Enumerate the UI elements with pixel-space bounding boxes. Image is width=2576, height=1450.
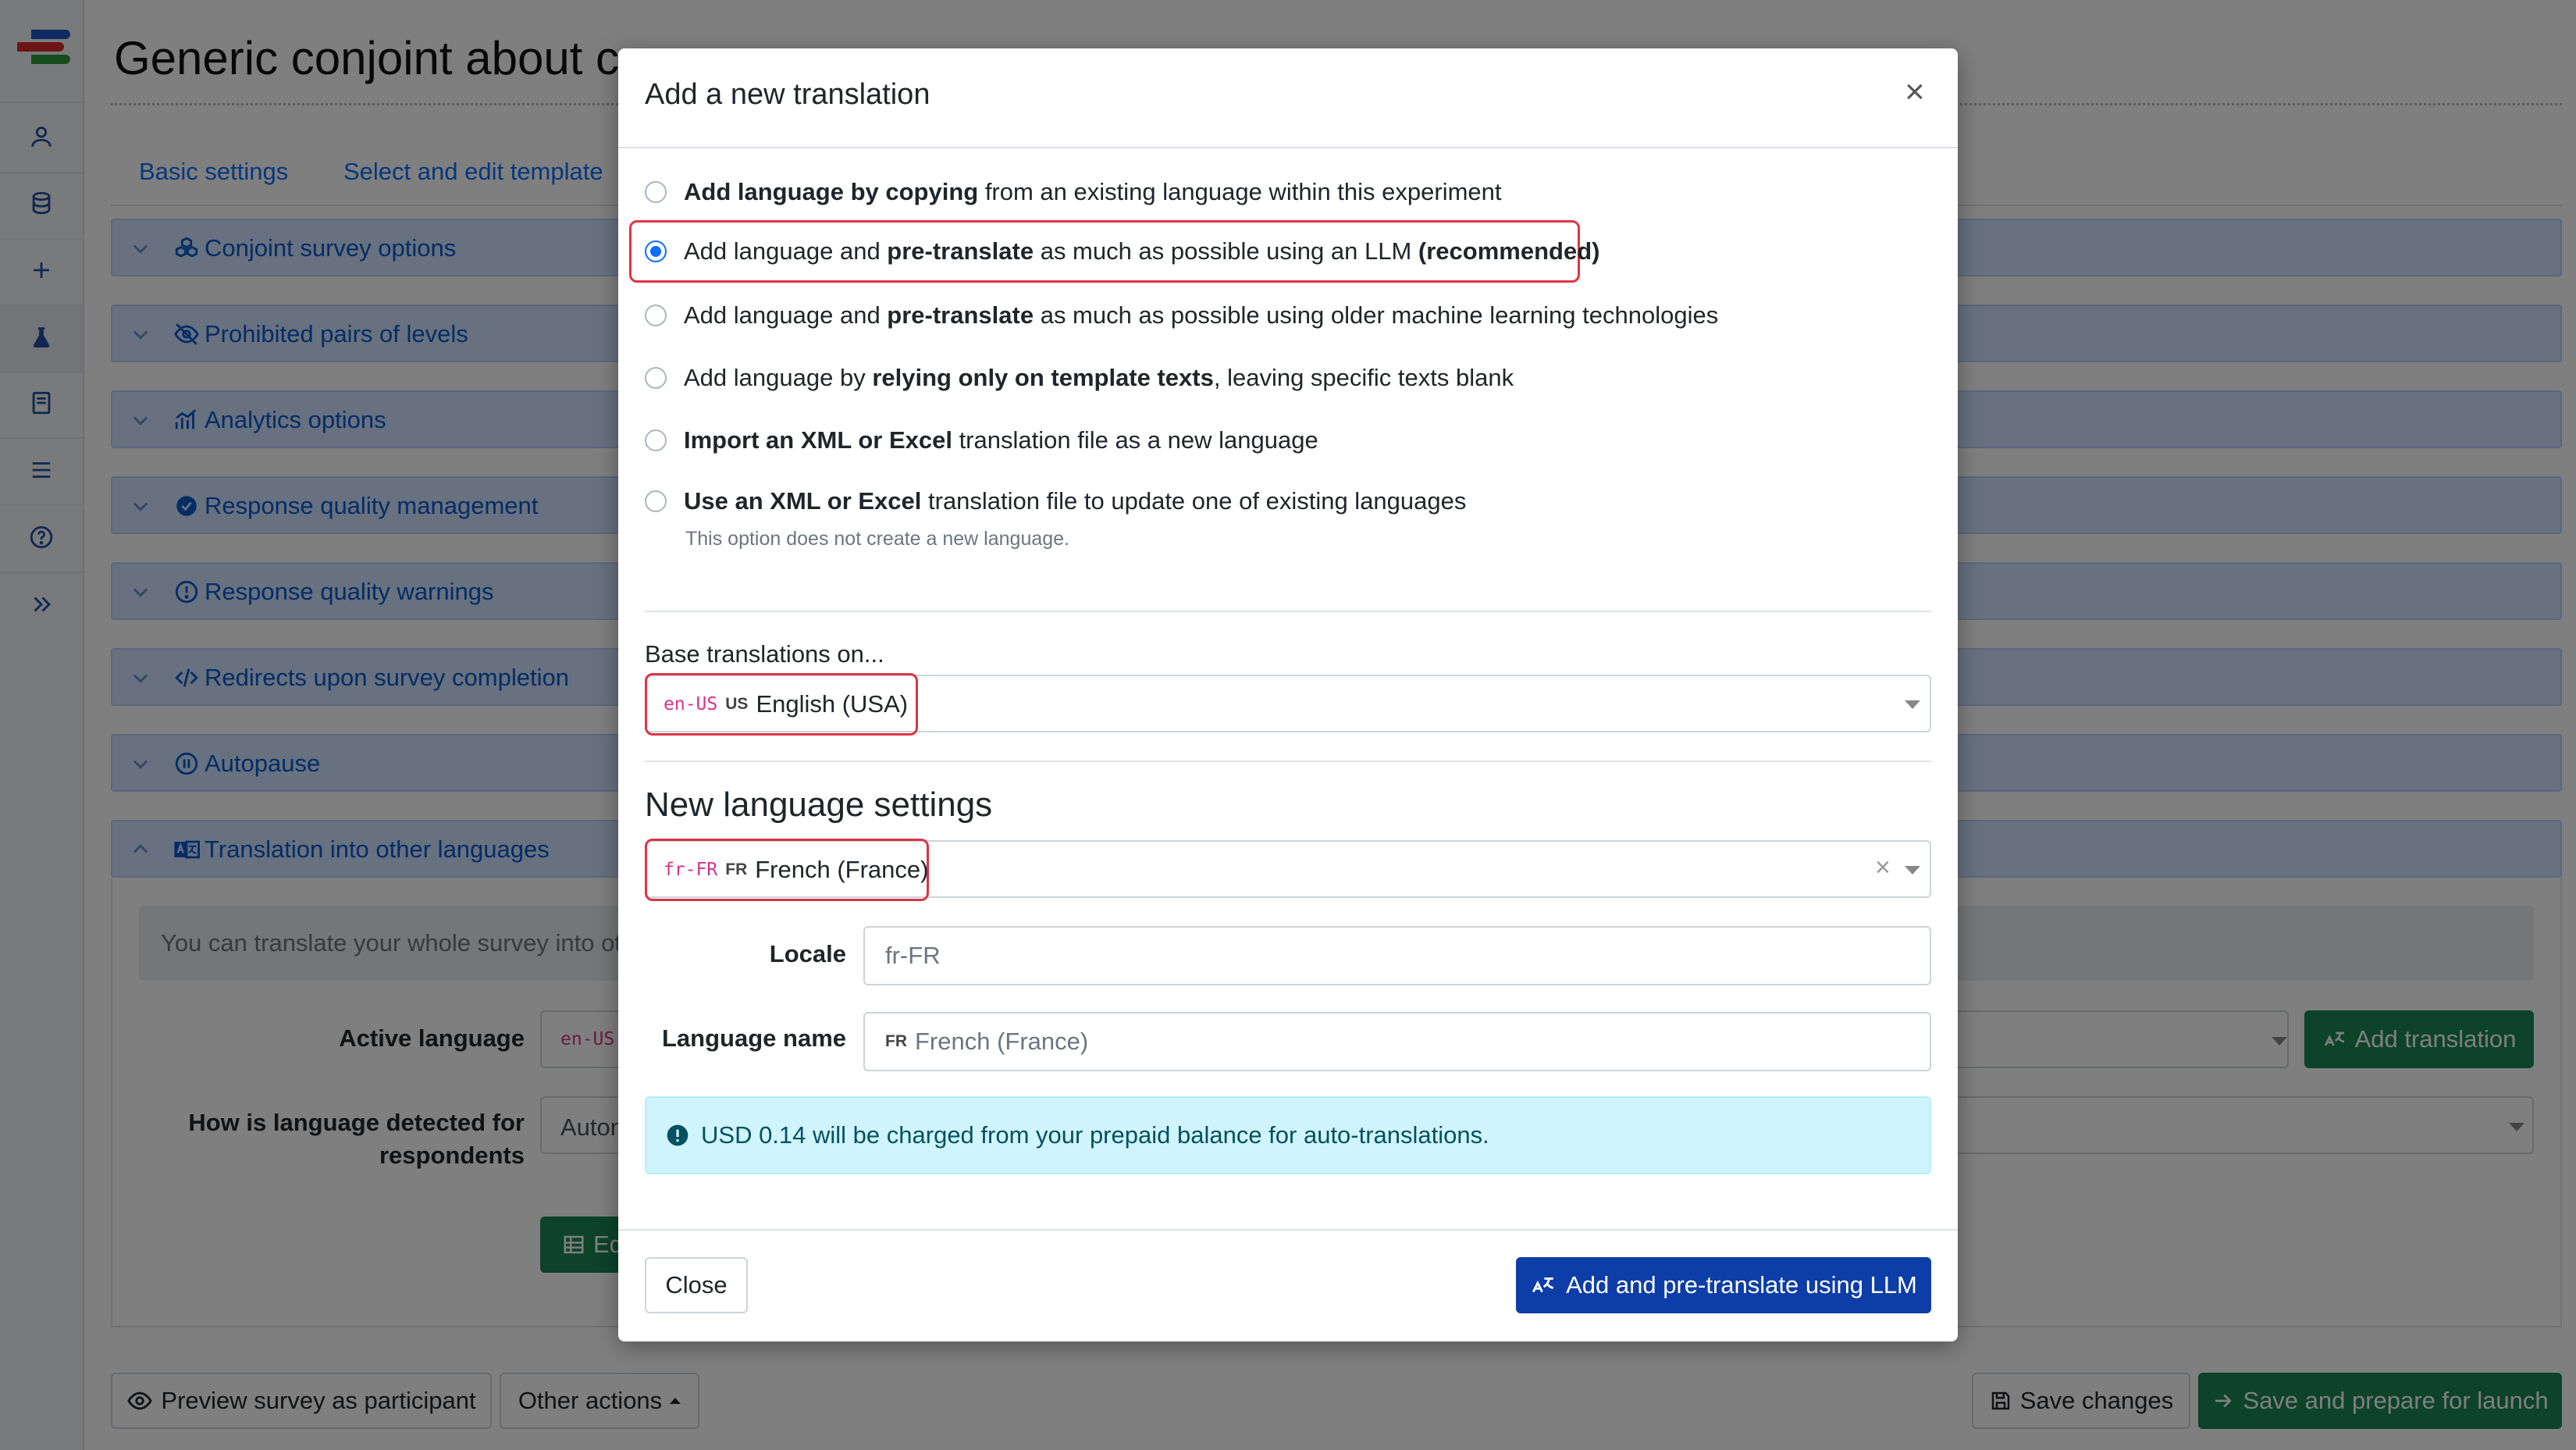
- fr-flag-icon: FR: [885, 1032, 907, 1050]
- charge-info-text: USD 0.14 will be charged from your prepa…: [701, 1121, 1489, 1149]
- option-update-file-text: Use an XML or Excel translation file to …: [684, 487, 1467, 515]
- new-language-name: French (France): [755, 856, 929, 883]
- close-button[interactable]: Close: [645, 1257, 748, 1313]
- option-copy-language[interactable]: Add language by copying from an existing…: [645, 169, 1502, 216]
- new-language-code: fr-FR: [664, 860, 718, 880]
- option-pretranslate-llm[interactable]: Add language and pre-translate as much a…: [645, 228, 1599, 275]
- base-language-code: en-US: [664, 694, 718, 714]
- radio-pretranslate-ml[interactable]: [645, 305, 667, 326]
- exclamation-circle-icon: [667, 1124, 688, 1146]
- base-language-name: English (USA): [756, 690, 909, 718]
- caret-down-icon: [1905, 700, 1920, 709]
- language-name-input[interactable]: FR French (France): [863, 1012, 1931, 1071]
- add-pretranslate-button[interactable]: Add and pre-translate using LLM: [1516, 1257, 1931, 1313]
- language-icon: [1532, 1277, 1554, 1293]
- locale-value: fr-FR: [885, 942, 941, 969]
- radio-update-file[interactable]: [645, 490, 667, 512]
- radio-copy-language[interactable]: [645, 181, 667, 203]
- locale-label: Locale: [769, 940, 846, 967]
- modal-divider: [645, 761, 1931, 762]
- option-copy-language-text: Add language by copying from an existing…: [684, 178, 1502, 205]
- add-translation-modal: Add a new translation × Add language by …: [618, 48, 1958, 1341]
- language-name-value: French (France): [915, 1028, 1089, 1055]
- option-pretranslate-ml-text: Add language and pre-translate as much a…: [684, 301, 1719, 329]
- modal-divider: [645, 611, 1931, 612]
- new-language-value: fr-FR FR French (France): [664, 853, 928, 887]
- modal-title: Add a new translation: [645, 78, 930, 111]
- charge-info-alert: USD 0.14 will be charged from your prepa…: [645, 1096, 1931, 1174]
- option-update-file[interactable]: Use an XML or Excel translation file to …: [645, 478, 1466, 525]
- base-translations-label: Base translations on...: [645, 640, 884, 668]
- modal-header: Add a new translation ×: [618, 48, 1958, 148]
- radio-pretranslate-llm[interactable]: [645, 240, 667, 262]
- language-name-label: Language name: [662, 1024, 846, 1052]
- caret-down-icon: [1905, 866, 1920, 875]
- new-language-heading: New language settings: [645, 786, 993, 824]
- option-pretranslate-llm-text: Add language and pre-translate as much a…: [684, 237, 1600, 265]
- clear-selection-icon[interactable]: ×: [1875, 853, 1891, 883]
- base-language-value: en-US US English (USA): [664, 687, 908, 721]
- radio-template-texts[interactable]: [645, 367, 667, 389]
- close-icon[interactable]: ×: [1905, 75, 1925, 109]
- us-flag-icon: US: [725, 695, 749, 713]
- locale-input[interactable]: fr-FR: [863, 926, 1931, 985]
- option-hint: This option does not create a new langua…: [685, 528, 1070, 550]
- fr-flag-icon: FR: [725, 860, 748, 878]
- option-pretranslate-ml[interactable]: Add language and pre-translate as much a…: [645, 292, 1718, 339]
- option-template-texts[interactable]: Add language by relying only on template…: [645, 354, 1514, 401]
- option-import-file-text: Import an XML or Excel translation file …: [684, 426, 1318, 454]
- option-import-file[interactable]: Import an XML or Excel translation file …: [645, 417, 1318, 464]
- option-template-texts-text: Add language by relying only on template…: [684, 364, 1514, 391]
- radio-import-file[interactable]: [645, 429, 667, 451]
- add-pretranslate-label: Add and pre-translate using LLM: [1566, 1271, 1917, 1299]
